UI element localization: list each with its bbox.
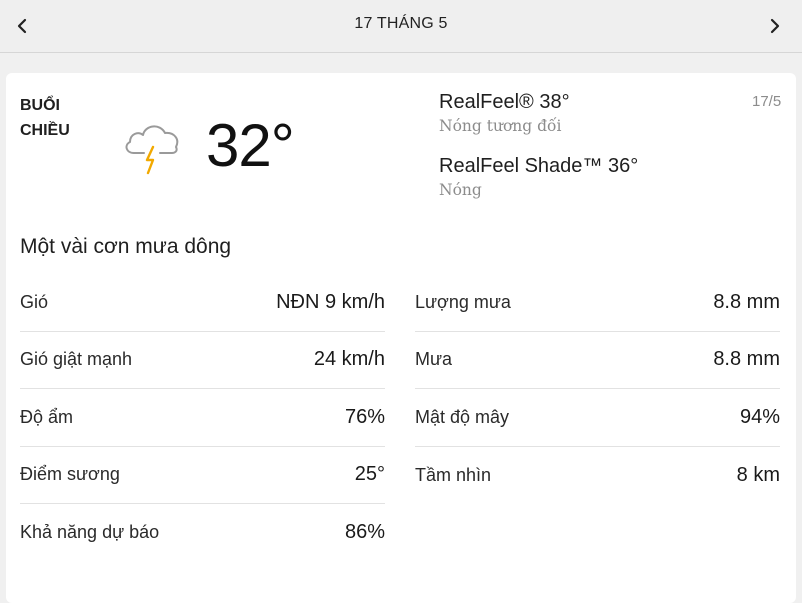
realfeel-label: RealFeel® 38° <box>439 91 570 113</box>
daypart-line-1: BUỔI <box>20 97 60 114</box>
detail-row-rain: Mưa 8.8 mm <box>415 332 780 389</box>
detail-value: 8 km <box>736 463 780 486</box>
detail-label: Độ ẩm <box>20 406 74 427</box>
realfeel-phrase: Nóng tương đối <box>439 117 562 135</box>
detail-value: 8.8 mm <box>713 290 780 313</box>
realfeel-block: RealFeel® 38° Nóng tương đối RealFeel Sh… <box>439 89 638 201</box>
detail-row-humidity: Độ ẩm 76% <box>20 389 385 447</box>
detail-label: Khả năng dự báo <box>20 522 160 543</box>
detail-label: Lượng mưa <box>415 291 511 312</box>
detail-row-cloud-cover: Mật độ mây 94% <box>415 389 780 447</box>
details-left-column: Gió NĐN 9 km/h Gió giật mạnh 24 km/h Độ … <box>20 274 385 562</box>
date-navigation-bar: 17 THÁNG 5 <box>0 0 802 53</box>
detail-label: Mật độ mây <box>415 406 510 427</box>
detail-label: Gió <box>20 291 49 312</box>
thunderstorm-cloud-icon <box>125 125 179 175</box>
next-day-button[interactable] <box>760 10 788 42</box>
details-right-column: Lượng mưa 8.8 mm Mưa 8.8 mm Mật độ mây 9… <box>415 274 780 504</box>
detail-value: NĐN 9 km/h <box>276 290 385 313</box>
detail-value: 86% <box>344 521 385 544</box>
weather-phrase: Một vài cơn mưa dông <box>20 235 232 258</box>
detail-row-wind: Gió NĐN 9 km/h <box>20 274 385 332</box>
detail-row-dew-point: Điểm sương 25° <box>20 447 385 504</box>
detail-value: 25° <box>354 463 385 486</box>
detail-row-visibility: Tầm nhìn 8 km <box>415 447 780 505</box>
short-date: 17/5 <box>752 93 782 110</box>
detail-row-wind-gusts: Gió giật mạnh 24 km/h <box>20 332 385 389</box>
page-title: 17 THÁNG 5 <box>354 15 448 32</box>
daypart-label: BUỔI CHIỀU <box>20 93 110 143</box>
detail-label: Điểm sương <box>20 464 120 485</box>
detail-label: Tầm nhìn <box>415 464 492 485</box>
realfeel-shade-phrase: Nóng <box>439 181 482 199</box>
chevron-right-icon <box>770 18 780 34</box>
detail-value: 24 km/h <box>313 348 385 371</box>
detail-label: Mưa <box>415 349 453 370</box>
detail-row-precipitation: Lượng mưa 8.8 mm <box>415 274 780 332</box>
realfeel-shade-label: RealFeel Shade™ 36° <box>439 155 639 177</box>
forecast-card: BUỔI CHIỀU 32° RealFeel® 38° Nóng tương … <box>6 73 796 603</box>
detail-value: 94% <box>739 405 780 428</box>
daypart-line-2: CHIỀU <box>20 122 70 139</box>
detail-value: 8.8 mm <box>713 348 780 371</box>
current-temperature: 32° <box>206 112 295 179</box>
detail-row-forecast-probability: Khả năng dự báo 86% <box>20 504 385 562</box>
detail-label: Gió giật mạnh <box>20 349 133 370</box>
detail-value: 76% <box>344 405 385 428</box>
